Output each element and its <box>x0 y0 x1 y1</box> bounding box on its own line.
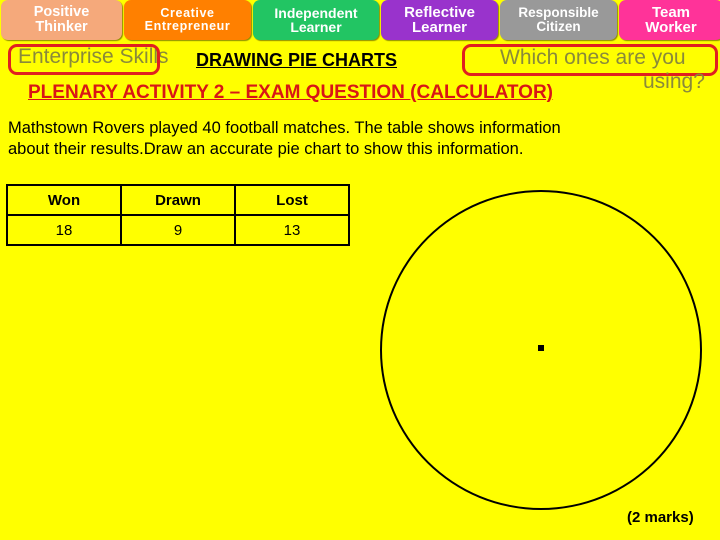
skill-tab-positive-thinker[interactable]: Positive Thinker <box>1 0 122 40</box>
question-text-line2: about their results.Draw an accurate pie… <box>8 140 524 159</box>
skill-tab-line1: Team <box>651 3 691 21</box>
skills-tab-bar: Positive Thinker Creative Entrepreneur I… <box>0 0 720 40</box>
skill-tab-line1: Independent <box>274 4 358 21</box>
slide-canvas: Positive Thinker Creative Entrepreneur I… <box>0 0 720 540</box>
table-row: 18 9 13 <box>6 214 350 246</box>
skill-tab-responsible-citizen[interactable]: Responsible Citizen <box>500 0 617 40</box>
skill-tab-line2: Entrepreneur <box>144 19 231 33</box>
question-text: Mathstown Rovers played 40 football matc… <box>8 118 708 160</box>
table-cell-lost: 13 <box>234 214 350 246</box>
skill-tab-team-worker[interactable]: Team Worker <box>619 0 720 40</box>
plenary-activity-heading: PLENARY ACTIVITY 2 – EXAM QUESTION (CALC… <box>28 82 554 103</box>
question-text-line1: Mathstown Rovers played 40 football matc… <box>8 119 561 137</box>
skill-tab-independent-learner[interactable]: Independent Learner <box>253 0 379 40</box>
marks-label: (2 marks) <box>627 509 694 526</box>
page-title: DRAWING PIE CHARTS <box>196 50 398 70</box>
skill-tab-line2: Citizen <box>536 19 581 34</box>
skill-tab-line1: Reflective <box>404 3 475 21</box>
pie-chart-center-dot <box>538 345 544 351</box>
enterprise-skills-highlight-box <box>8 44 160 75</box>
which-ones-callout-line1: Which ones are you <box>500 46 686 69</box>
skill-tab-reflective-learner[interactable]: Reflective Learner <box>381 0 498 40</box>
table-header-won: Won <box>6 184 122 216</box>
table-cell-won: 18 <box>6 214 122 246</box>
table-header-lost: Lost <box>234 184 350 216</box>
skill-tab-line2: Learner <box>411 19 468 36</box>
which-ones-callout-line2: using? <box>643 70 705 93</box>
results-table: Won Drawn Lost 18 9 13 <box>6 184 350 246</box>
skill-tab-line2: Thinker <box>35 19 88 35</box>
skill-tab-line1: Positive <box>33 4 90 21</box>
skill-tab-line2: Worker <box>645 19 697 36</box>
skill-tab-line2: Learner <box>290 19 342 35</box>
table-cell-drawn: 9 <box>120 214 236 246</box>
table-header-drawn: Drawn <box>120 184 236 216</box>
skill-tab-line1: Responsible <box>518 5 599 21</box>
table-header-row: Won Drawn Lost <box>6 184 350 216</box>
skill-tab-creative-entrepreneur[interactable]: Creative Entrepreneur <box>124 0 251 40</box>
